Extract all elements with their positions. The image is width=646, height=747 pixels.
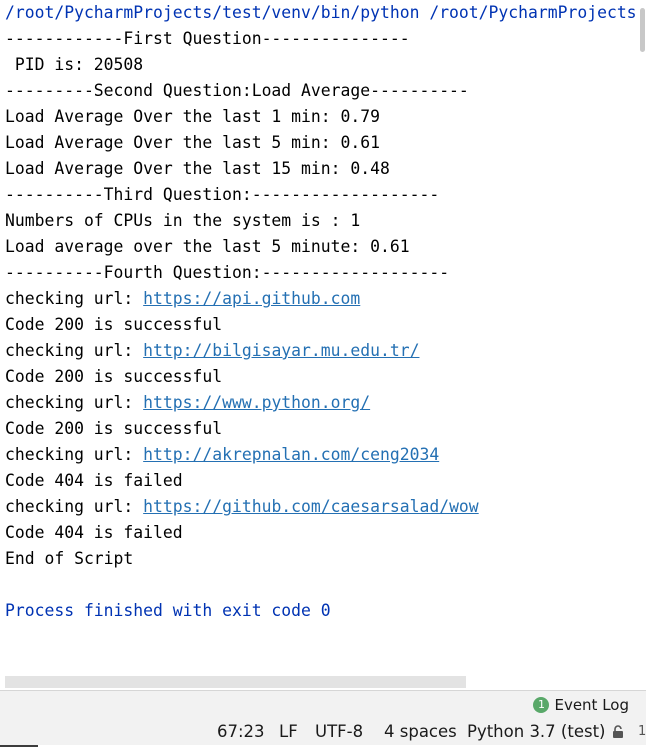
process-exit-line: Process finished with exit code 0: [5, 601, 331, 620]
event-log-bar: 1 Event Log: [0, 690, 646, 720]
checking-url-prefix: checking url:: [5, 393, 144, 412]
url-link[interactable]: http://akrepnalan.com/ceng2034: [143, 445, 439, 464]
console-line: Load Average Over the last 15 min: 0.48: [5, 159, 390, 178]
url-link[interactable]: https://github.com/caesarsalad/wow: [143, 497, 479, 516]
url-link[interactable]: https://www.python.org/: [143, 393, 370, 412]
check-result-line: Code 200 is successful: [5, 367, 223, 386]
checking-url-line: checking url: http://akrepnalan.com/ceng…: [5, 442, 439, 468]
event-count-badge: 1: [533, 697, 550, 713]
check-result-line: Code 200 is successful: [5, 419, 223, 438]
checking-url-prefix: checking url:: [5, 445, 144, 464]
event-log-button[interactable]: 1 Event Log: [533, 695, 629, 715]
url-link[interactable]: http://bilgisayar.mu.edu.tr/: [143, 341, 419, 360]
horizontal-scrollbar[interactable]: [5, 676, 466, 688]
console-line: ---------Second Question:Load Average---…: [5, 81, 469, 100]
python-interpreter[interactable]: Python 3.7 (test): [467, 719, 606, 745]
checking-url-line: checking url: http://bilgisayar.mu.edu.t…: [5, 338, 419, 364]
checking-url-prefix: checking url:: [5, 289, 144, 308]
status-extra: 1: [638, 724, 646, 739]
console-line: ----------Fourth Question:--------------…: [5, 263, 450, 282]
check-result-line: Code 404 is failed: [5, 523, 183, 542]
url-link[interactable]: https://api.github.com: [143, 289, 360, 308]
end-of-script-line: End of Script: [5, 549, 134, 568]
caret-position[interactable]: 67:23: [217, 719, 265, 745]
console-line: PID is: 20508: [5, 55, 144, 74]
checking-url-prefix: checking url:: [5, 341, 144, 360]
run-console-output[interactable]: /root/PycharmProjects/test/venv/bin/pyth…: [0, 0, 638, 676]
vertical-scrollbar[interactable]: [638, 0, 646, 676]
line-separator[interactable]: LF: [279, 719, 298, 745]
run-command-line: /root/PycharmProjects/test/venv/bin/pyth…: [5, 3, 637, 22]
console-line: ------------First Question--------------…: [5, 29, 410, 48]
console-line: Load Average Over the last 5 min: 0.61: [5, 133, 380, 152]
check-result-line: Code 200 is successful: [5, 315, 223, 334]
indent-setting[interactable]: 4 spaces: [384, 719, 457, 745]
checking-url-line: checking url: https://www.python.org/: [5, 390, 370, 416]
file-encoding[interactable]: UTF-8: [315, 719, 363, 745]
console-line: Numbers of CPUs in the system is : 1: [5, 211, 361, 230]
console-line: Load average over the last 5 minute: 0.6…: [5, 237, 410, 256]
checking-url-prefix: checking url:: [5, 497, 144, 516]
console-line: ----------Third Question:---------------…: [5, 185, 440, 204]
console-line: Load Average Over the last 1 min: 0.79: [5, 107, 380, 126]
check-result-line: Code 404 is failed: [5, 471, 183, 490]
lock-icon[interactable]: [612, 725, 624, 739]
event-log-label: Event Log: [554, 696, 629, 714]
checking-url-line: checking url: https://github.com/caesars…: [5, 494, 479, 520]
checking-url-line: checking url: https://api.github.com: [5, 286, 360, 312]
vertical-scrollbar-thumb[interactable]: [640, 8, 645, 52]
status-bar: 67:23 LF UTF-8 4 spaces Python 3.7 (test…: [0, 719, 646, 745]
